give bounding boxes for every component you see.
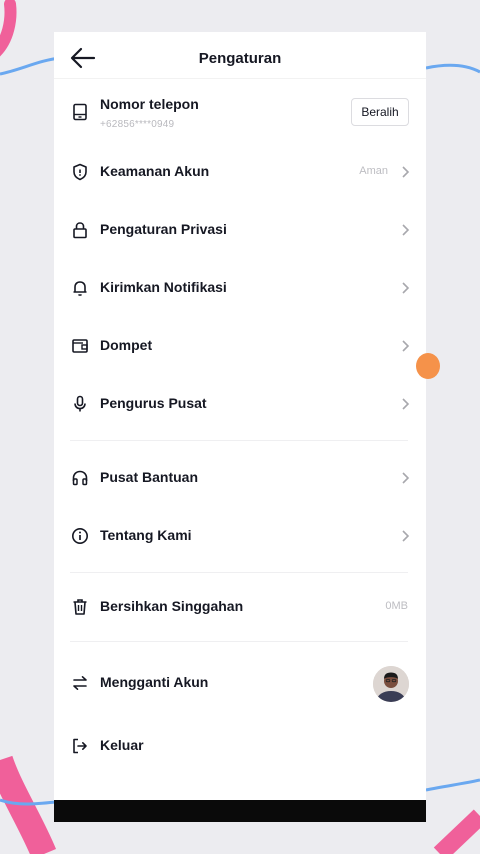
settings-screen: Pengaturan Nomor telepon +62856****0949 … (54, 32, 426, 822)
chevron-right-icon (402, 224, 410, 236)
chevron-right-icon (402, 398, 410, 410)
phone-number-row: Nomor telepon +62856****0949 Beralih (54, 84, 426, 140)
logout-icon (73, 738, 87, 754)
menu-item-logout[interactable]: Keluar (54, 720, 426, 772)
switch-phone-button[interactable]: Beralih (351, 98, 409, 126)
menu-item-clear-cache[interactable]: Bersihkan Singgahan 0MB (54, 581, 426, 633)
phone-label: Nomor telepon (100, 96, 199, 112)
menu-label-security: Keamanan Akun (100, 163, 210, 179)
menu-label-about: Tentang Kami (100, 527, 192, 543)
phone-number-value: +62856****0949 (100, 119, 175, 130)
system-navigation-bar (54, 800, 426, 822)
menu-label-help-center: Pusat Bantuan (100, 469, 199, 485)
chevron-right-icon (402, 166, 410, 178)
menu-label-logout: Keluar (100, 737, 144, 753)
menu-label-privacy: Pengaturan Privasi (100, 221, 227, 237)
chevron-right-icon (402, 340, 410, 352)
headset-icon (72, 470, 88, 486)
swap-icon (73, 676, 87, 690)
microphone-icon (74, 395, 86, 412)
cache-size: 0MB (385, 600, 408, 612)
lock-icon (73, 222, 87, 239)
avatar[interactable] (373, 666, 409, 702)
menu-item-wallet[interactable]: Dompet (54, 320, 426, 372)
chevron-right-icon (402, 472, 410, 484)
chevron-right-icon (402, 530, 410, 542)
menu-item-help-center[interactable]: Pusat Bantuan (54, 452, 426, 504)
menu-label-switch-account: Mengganti Akun (100, 674, 209, 690)
menu-label-admin-center: Pengurus Pusat (100, 395, 207, 411)
trash-icon (73, 599, 87, 615)
menu-item-privacy[interactable]: Pengaturan Privasi (54, 204, 426, 256)
menu-label-notifications: Kirimkan Notifikasi (100, 279, 227, 295)
shield-icon (73, 163, 87, 181)
phone-icon (73, 103, 87, 121)
section-divider (70, 572, 408, 573)
menu-item-notifications[interactable]: Kirimkan Notifikasi (54, 262, 426, 314)
menu-item-about[interactable]: Tentang Kami (54, 510, 426, 562)
header: Pengaturan (54, 32, 426, 82)
menu-label-clear-cache: Bersihkan Singgahan (100, 598, 244, 614)
menu-item-switch-account[interactable]: Mengganti Akun (54, 657, 426, 709)
menu-label-wallet: Dompet (100, 337, 153, 353)
info-icon (72, 528, 88, 544)
section-divider (70, 440, 408, 441)
page-title: Pengaturan (198, 50, 282, 67)
chevron-right-icon (402, 282, 410, 294)
security-status: Aman (359, 165, 388, 177)
header-divider (54, 78, 426, 79)
wallet-icon (72, 339, 88, 353)
menu-item-security[interactable]: Keamanan Akun Aman (54, 146, 426, 198)
menu-item-admin-center[interactable]: Pengurus Pusat (54, 378, 426, 430)
section-divider (70, 641, 408, 642)
floating-bubble[interactable] (416, 353, 440, 379)
bell-icon (73, 281, 87, 296)
